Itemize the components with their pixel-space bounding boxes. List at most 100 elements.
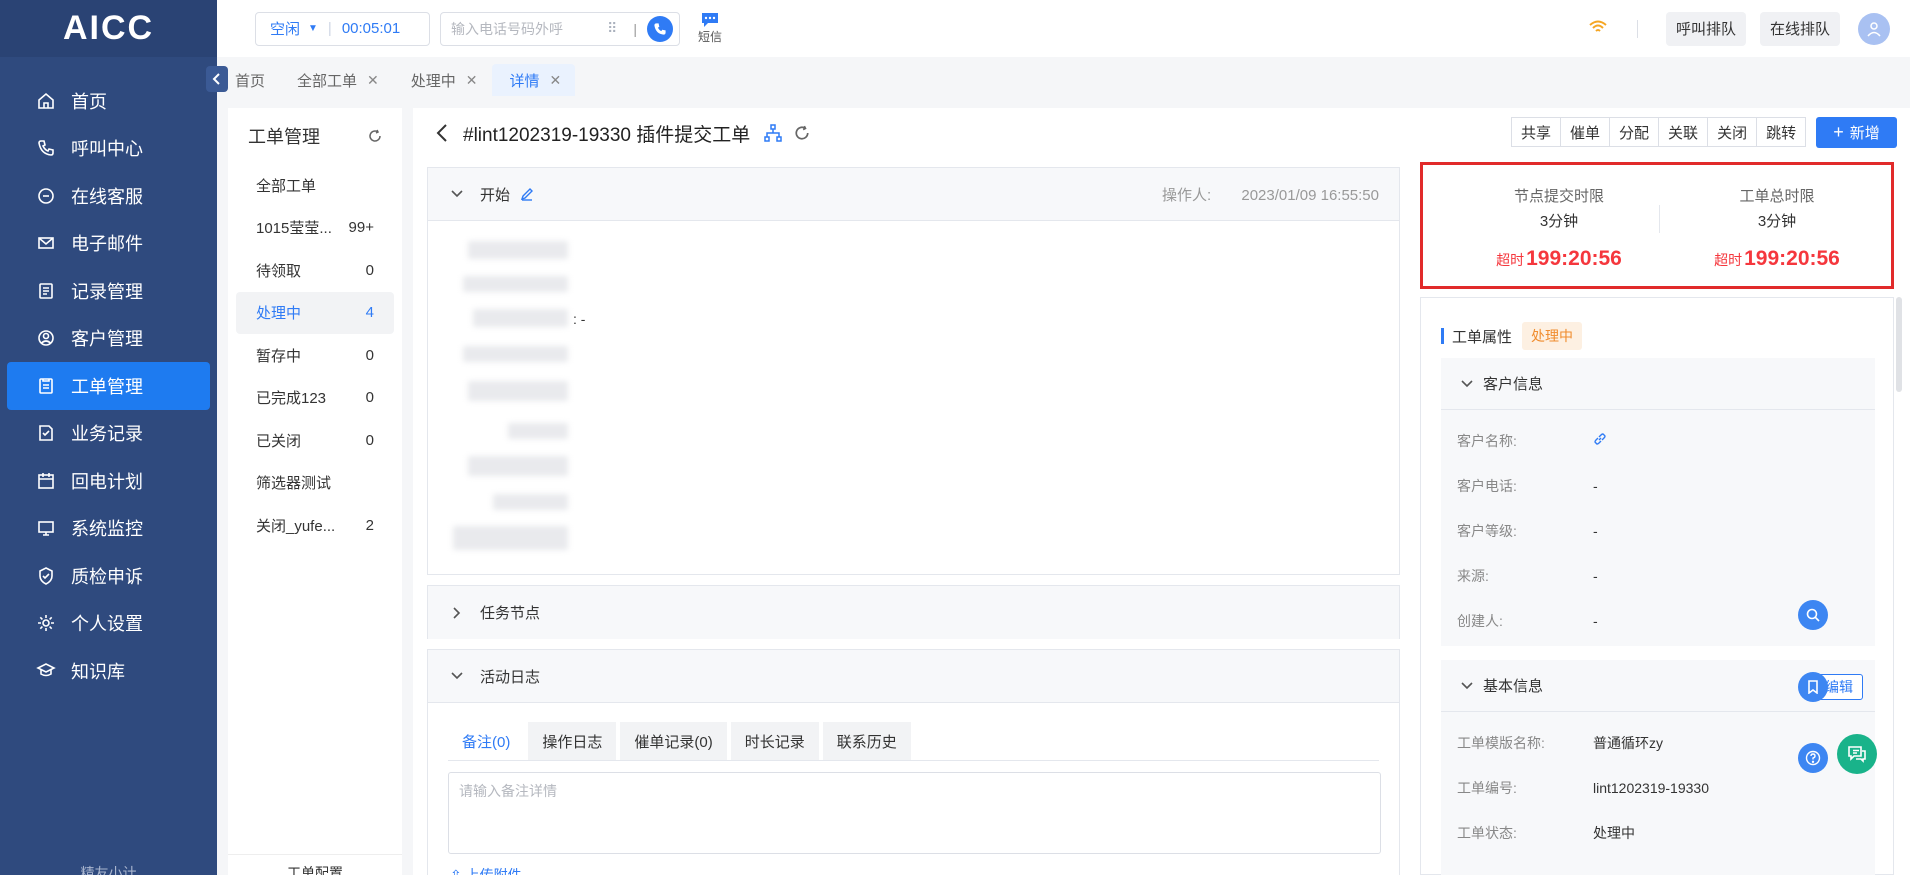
blurred-field — [468, 456, 568, 476]
limit-value: 3分钟 — [1539, 213, 1579, 230]
sidebar-item-settings[interactable]: 个人设置 — [7, 600, 210, 648]
sidebar-item-label: 呼叫中心 — [71, 139, 143, 160]
sms-button[interactable]: 短信 — [698, 12, 722, 45]
start-node-header[interactable]: 开始 操作人: 2023/01/09 16:55:50 — [428, 168, 1399, 221]
sidebar-item-records[interactable]: 记录管理 — [7, 267, 210, 315]
sidebar-item-online-service[interactable]: 在线客服 — [7, 172, 210, 220]
sidebar-footer[interactable]: 精友小计 — [0, 863, 217, 875]
sidebar-item-callback[interactable]: 回电计划 — [7, 457, 210, 505]
scrollbar[interactable] — [1896, 297, 1902, 392]
list-item[interactable]: 已关闭 0 — [236, 419, 394, 462]
field-value: - — [1593, 612, 1598, 629]
status-badge: 处理中 — [1522, 322, 1583, 350]
field-key: 创建人: — [1457, 612, 1503, 629]
plus-icon: + — [1833, 122, 1844, 142]
activity-log-header[interactable]: 活动日志 — [428, 650, 1399, 703]
gear-icon — [35, 612, 57, 634]
list-item[interactable]: 暂存中 0 — [236, 334, 394, 377]
avatar[interactable] — [1858, 12, 1890, 45]
panel-title-row: 工单管理 — [228, 108, 402, 164]
sidebar-item-call-center[interactable]: 呼叫中心 — [7, 125, 210, 173]
ticket-icon — [35, 375, 57, 397]
chat-icon — [1848, 746, 1866, 763]
customer-info-header[interactable]: 客户信息 — [1441, 358, 1875, 410]
sidebar-item-label: 在线客服 — [71, 186, 143, 207]
field-value: - — [1593, 567, 1598, 584]
divider: | — [633, 20, 637, 37]
online-queue-button[interactable]: 在线排队 — [1759, 11, 1840, 46]
refresh-icon[interactable] — [794, 125, 810, 141]
phone-icon — [654, 22, 666, 35]
bookmark-float-button[interactable] — [1798, 672, 1828, 702]
field-value: 普通循环zy — [1593, 734, 1663, 751]
sidebar-item-tickets[interactable]: 工单管理 — [7, 362, 210, 410]
search-icon — [1806, 608, 1820, 622]
call-queue-button[interactable]: 呼叫排队 — [1665, 11, 1746, 46]
call-button[interactable] — [647, 15, 673, 42]
sidebar-item-label: 记录管理 — [71, 281, 143, 302]
link-icon[interactable] — [1593, 432, 1607, 449]
sidebar-item-knowledge[interactable]: 知识库 — [7, 647, 210, 695]
list-item[interactable]: 筛选器测试 — [236, 462, 394, 505]
help-float-button[interactable] — [1798, 743, 1828, 773]
tab-detail[interactable]: 详情 ✕ — [491, 64, 576, 96]
chat-float-button[interactable] — [1837, 734, 1877, 774]
tab-contact-history[interactable]: 联系历史 — [822, 722, 911, 760]
close-icon[interactable]: ✕ — [466, 72, 478, 89]
search-float-button[interactable] — [1798, 600, 1828, 630]
upload-attachment-link[interactable]: ⇪ 上传附件 — [450, 865, 522, 875]
sidebar-item-customers[interactable]: 客户管理 — [7, 315, 210, 363]
collapse-sidebar-button[interactable] — [206, 66, 228, 92]
list-item[interactable]: 待领取 0 — [236, 249, 394, 292]
close-icon[interactable]: ✕ — [550, 72, 562, 89]
urge-button[interactable]: 催单 — [1560, 117, 1610, 147]
keypad-icon[interactable]: ⠿ — [607, 20, 617, 37]
share-button[interactable]: 共享 — [1511, 117, 1561, 147]
overtime: 超时199:20:56 — [1677, 247, 1877, 271]
app-logo[interactable]: AICC — [0, 0, 217, 57]
list-item-count: 0 — [365, 261, 374, 279]
tab-urge-records[interactable]: 催单记录(0) — [620, 722, 727, 760]
edit-icon[interactable] — [520, 187, 534, 201]
dial-input-box[interactable]: 输入电话号码外呼 ⠿ | — [440, 11, 680, 46]
link-button[interactable]: 关联 — [1658, 117, 1708, 147]
bookmark-icon — [1808, 680, 1818, 694]
close-icon[interactable]: ✕ — [367, 72, 379, 89]
sidebar-item-email[interactable]: 电子邮件 — [7, 220, 210, 268]
tab-operation-log[interactable]: 操作日志 — [528, 722, 617, 760]
overtime-value: 199:20:56 — [1744, 247, 1840, 270]
list-item[interactable]: 处理中 4 — [236, 291, 394, 334]
sidebar-item-business[interactable]: 业务记录 — [7, 410, 210, 458]
task-node-header[interactable]: 任务节点 — [428, 586, 1399, 639]
list-item[interactable]: 关闭_yufe... 2 — [236, 504, 394, 547]
ticket-config-button[interactable]: 工单配置 — [228, 854, 402, 875]
list-item[interactable]: 已完成123 0 — [236, 377, 394, 420]
assign-button[interactable]: 分配 — [1609, 117, 1659, 147]
tab-all-tickets[interactable]: 全部工单 ✕ — [279, 64, 393, 96]
list-item[interactable]: 全部工单 — [236, 164, 394, 207]
add-button[interactable]: + 新增 — [1816, 117, 1897, 148]
jump-button[interactable]: 跳转 — [1756, 117, 1807, 147]
operator-info: 操作人: 2023/01/09 16:55:50 — [1162, 184, 1379, 205]
list-item[interactable]: 1015莹莹... 99+ — [236, 207, 394, 250]
caret-down-icon: ▼ — [308, 23, 318, 34]
agent-status-select[interactable]: 空闲 ▼ | 00:05:01 — [255, 11, 430, 46]
note-textarea[interactable]: 请输入备注详情 — [448, 772, 1381, 854]
chevron-down-icon — [1461, 379, 1473, 387]
sidebar-item-label: 首页 — [71, 91, 107, 112]
dial-input[interactable]: 输入电话号码外呼 — [451, 19, 607, 39]
sidebar-item-home[interactable]: 首页 — [7, 77, 210, 125]
note-icon — [35, 422, 57, 444]
refresh-icon[interactable] — [368, 129, 382, 143]
close-button[interactable]: 关闭 — [1707, 117, 1757, 147]
flowchart-icon[interactable] — [764, 124, 783, 142]
overtime: 超时199:20:56 — [1459, 247, 1659, 271]
sidebar-item-qa[interactable]: 质检申诉 — [7, 552, 210, 600]
tab-duration-records[interactable]: 时长记录 — [730, 722, 819, 760]
back-arrow-icon[interactable] — [435, 123, 449, 143]
tab-notes[interactable]: 备注(0) — [448, 722, 525, 760]
ticket-attributes-panel: 工单属性 处理中 客户信息 客户名称: 客户电话: - 客户等级: - 来源: - 创… — [1420, 297, 1894, 875]
tab-processing[interactable]: 处理中 ✕ — [393, 64, 492, 96]
start-node-section: 开始 操作人: 2023/01/09 16:55:50 : - — [427, 167, 1400, 575]
sidebar-item-monitor[interactable]: 系统监控 — [7, 505, 210, 553]
